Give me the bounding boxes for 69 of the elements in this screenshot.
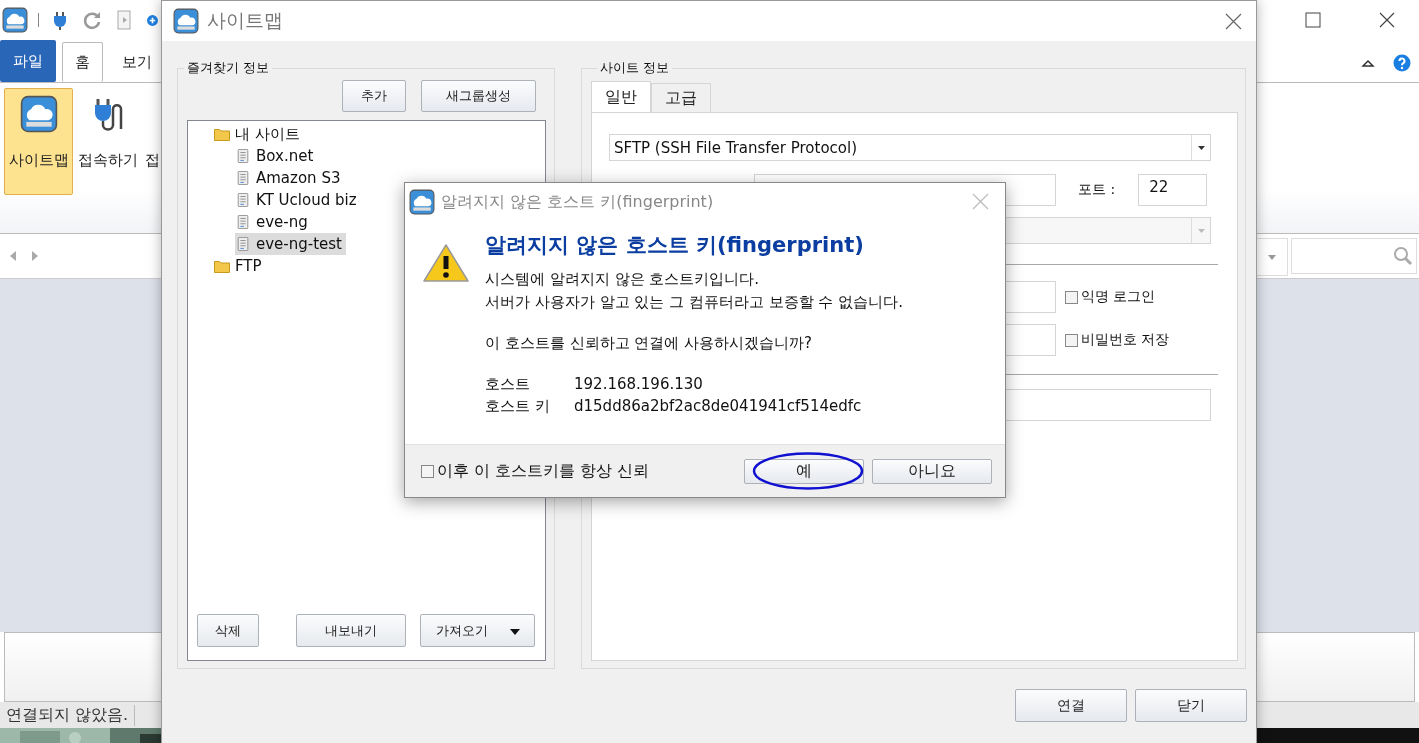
tree-item[interactable]: eve-ng (235, 211, 312, 233)
checkbox-label: 익명 로그인 (1081, 288, 1156, 306)
port-label: 포트 : (1078, 181, 1116, 199)
cloud-icon (19, 95, 58, 133)
warning-icon (422, 243, 470, 283)
folder-icon (214, 259, 230, 273)
checkbox-label: 비밀번호 저장 (1081, 331, 1170, 349)
tree-item[interactable]: 내 사이트 (214, 123, 304, 145)
group-title: 즐겨찾기 정보 (186, 59, 271, 77)
tab[interactable]: 고급 (651, 83, 711, 112)
ribbon-tab[interactable]: 파일 (0, 40, 56, 82)
checkbox[interactable] (1065, 333, 1078, 347)
dialog-button[interactable]: 연결 (1015, 689, 1127, 722)
collapse-icon[interactable] (1361, 58, 1375, 68)
checkbox[interactable] (421, 464, 434, 478)
caret-icon[interactable] (1197, 145, 1205, 150)
file-icon (235, 237, 251, 251)
tab[interactable]: 일반 (591, 81, 651, 112)
close-icon[interactable] (1379, 12, 1395, 28)
dialog-button[interactable]: 닫기 (1135, 689, 1247, 722)
ribbon-button[interactable]: 사이트맵 (4, 88, 73, 195)
caret-icon[interactable] (509, 628, 520, 635)
folder-icon (214, 127, 230, 141)
back-icon[interactable] (8, 250, 18, 262)
tree-item[interactable]: FTP (214, 255, 266, 277)
tree-item[interactable]: Box.net (235, 145, 318, 167)
toolbar-button[interactable]: 새그룹생성 (421, 80, 536, 112)
file-icon (235, 149, 251, 163)
detail-label: 호스트 키 (485, 396, 551, 417)
detail-value: 192.168.196.130 (574, 374, 704, 395)
search-icon[interactable] (1393, 246, 1413, 266)
ribbon-button[interactable]: 접속하기 (73, 88, 142, 195)
help-icon[interactable] (1393, 54, 1411, 72)
search-field[interactable] (1291, 238, 1417, 274)
dialog-heading: 알려지지 않은 호스트 키(fingerprint) (485, 232, 865, 259)
forward-icon[interactable] (30, 250, 40, 262)
group-title: 사이트 정보 (599, 59, 671, 77)
checkbox[interactable] (1065, 290, 1078, 304)
cloud-icon (409, 189, 435, 215)
message-text: 서버가 사용자가 알고 있는 그 컴퓨터라고 보증할 수 없습니다. (485, 292, 903, 313)
action-button[interactable]: 내보내기 (296, 614, 406, 647)
file-icon (235, 171, 251, 185)
message-text: 시스템에 알려지지 않은 호스트키입니다. (485, 269, 761, 290)
protocol-dropdown[interactable]: SFTP (SSH File Transfer Protocol) (609, 134, 1211, 161)
detail-value: d15dd86a2bf2ac8de041941cf514edfc (574, 396, 863, 417)
tree-item[interactable]: eve-ng-test (235, 233, 346, 255)
plus-icon[interactable] (145, 12, 160, 28)
ribbon-tab[interactable]: 보기 (109, 42, 165, 82)
ribbon-tab[interactable]: 홈 (62, 42, 103, 82)
status-text: 연결되지 않았음. (0, 704, 136, 726)
dialog-title: 알려지지 않은 호스트 키(fingerprint) (441, 191, 714, 213)
port-field[interactable]: 22 (1138, 174, 1208, 206)
toolbar-button[interactable]: 추가 (342, 80, 406, 112)
checkbox-label: 이후 이 호스트키를 항상 신뢰 (437, 460, 650, 482)
question-text: 이 호스트를 신뢰하고 연결에 사용하시겠습니까? (485, 333, 814, 354)
ribbon-button[interactable]: 접 (142, 88, 161, 195)
split-button[interactable]: 가져오기 (420, 614, 535, 647)
dialog-button[interactable]: 아니요 (872, 458, 992, 484)
tree-item[interactable]: KT Ucloud biz (235, 189, 361, 211)
close-icon[interactable] (1225, 13, 1242, 30)
tree-item[interactable]: Amazon S3 (235, 167, 345, 189)
maximize-icon[interactable] (1305, 12, 1321, 28)
action-button[interactable]: 삭제 (197, 614, 259, 647)
file-icon (235, 215, 251, 229)
detail-label: 호스트 (485, 374, 531, 395)
window-title: 사이트맵 (207, 8, 283, 33)
file-icon (235, 193, 251, 207)
dialog-button[interactable]: 예 (744, 458, 864, 484)
cloud-icon (173, 8, 199, 34)
